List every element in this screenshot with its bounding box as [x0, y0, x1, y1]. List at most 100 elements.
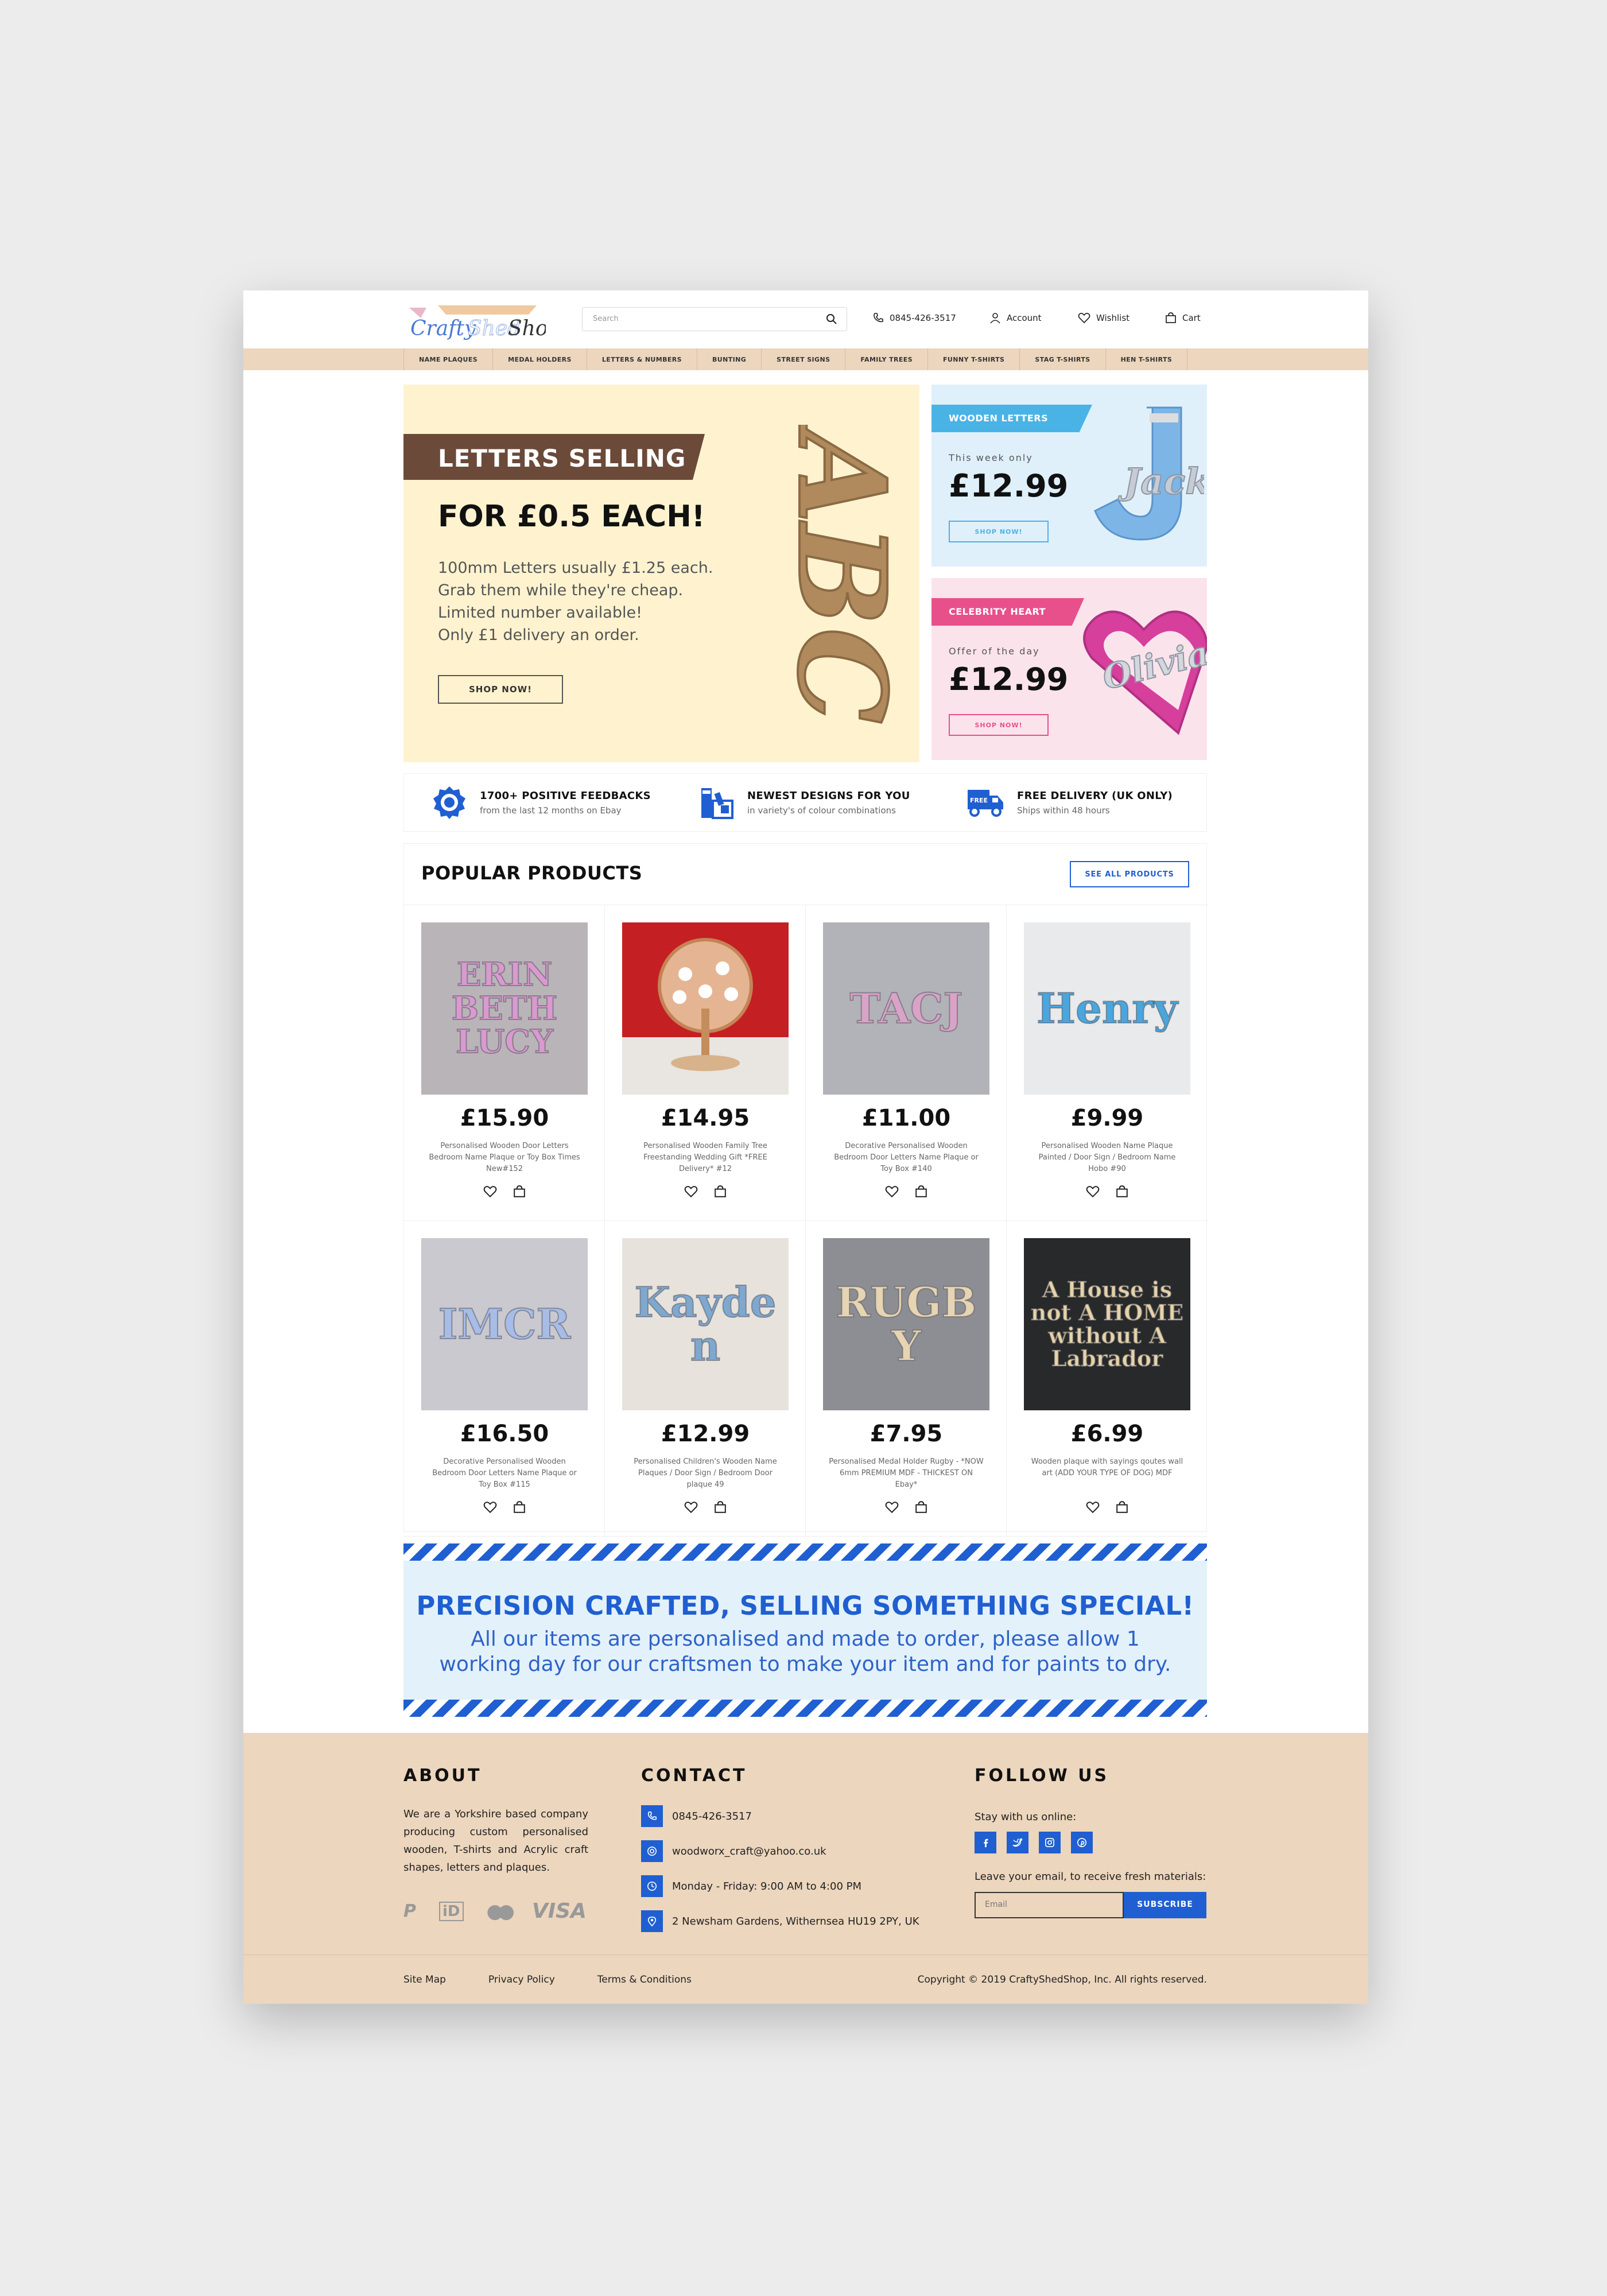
product-image[interactable]: TACJ [823, 922, 989, 1095]
promo-letter-image: Jack [1094, 406, 1204, 541]
add-to-cart-icon[interactable] [915, 1185, 927, 1198]
cart-link[interactable]: Cart [1165, 312, 1201, 324]
instagram-icon[interactable] [1039, 1832, 1061, 1853]
add-to-cart-icon[interactable] [513, 1185, 526, 1198]
product-image[interactable]: Henry [1024, 922, 1190, 1095]
nav-item-stag-t-shirts[interactable]: STAG T-SHIRTS [1020, 348, 1106, 370]
feature-sub: from the last 12 months on Ebay [480, 805, 622, 816]
product-price: £6.99 [1070, 1421, 1144, 1447]
promo-celebrity-heart[interactable]: CELEBRITY HEART Offer of the day £12.99 … [931, 578, 1207, 760]
twitter-icon[interactable] [1007, 1832, 1028, 1853]
product-card[interactable]: ERIN BETH LUCY £15.90 Personalised Wooden … [404, 905, 605, 1221]
hero-line: Only £1 delivery an order. [438, 626, 639, 644]
badge-icon [433, 786, 465, 819]
add-to-cart-icon[interactable] [1116, 1185, 1128, 1198]
search-input[interactable]: Search [582, 307, 847, 331]
product-actions [605, 1185, 806, 1198]
nav-item-funny-t-shirts[interactable]: FUNNY T-SHIRTS [928, 348, 1020, 370]
product-image-text: ERIN BETH LUCY [451, 955, 558, 1061]
product-name[interactable]: Decorative Personalised Wooden Bedroom D… [427, 1456, 582, 1491]
product-card[interactable]: Henry £9.99 Personalised Wooden Name Plaqu… [1007, 905, 1208, 1221]
heart-icon[interactable] [483, 1501, 497, 1514]
nav-item-name-plaques[interactable]: NAME PLAQUES [404, 348, 494, 370]
product-image[interactable]: Kayden [622, 1238, 789, 1410]
contact-hours: Monday - Friday: 9:00 AM to 4:00 PM [641, 1875, 919, 1897]
site-map-link[interactable]: Site Map [403, 1974, 446, 1985]
product-name[interactable]: Personalised Wooden Family Tree Freestan… [628, 1141, 783, 1175]
nav-item-hen-t-shirts[interactable]: HEN T-SHIRTS [1106, 348, 1188, 370]
contact-email[interactable]: woodworx_craft@yahoo.co.uk [641, 1840, 919, 1862]
email-field[interactable]: Email [975, 1892, 1124, 1918]
privacy-policy-link[interactable]: Privacy Policy [488, 1974, 555, 1985]
add-to-cart-icon[interactable] [714, 1185, 727, 1198]
add-to-cart-icon[interactable] [714, 1501, 727, 1514]
hero-line: Grab them while they're cheap. [438, 581, 684, 599]
product-card[interactable]: RUGBY £7.95 Personalised Medal Holder Rugb… [806, 1221, 1007, 1537]
promo-tag: WOODEN LETTERS [931, 405, 1092, 432]
product-card[interactable]: A House is not A HOME without A Labrador… [1007, 1221, 1208, 1537]
product-image-text: Kayden [634, 1278, 777, 1370]
phone-link[interactable]: 0845-426-3517 [872, 312, 956, 324]
add-to-cart-icon[interactable] [915, 1501, 927, 1514]
promo-shop-button[interactable]: SHOP NOW! [949, 714, 1049, 736]
nav-item-medal-holders[interactable]: MEDAL HOLDERS [493, 348, 587, 370]
product-name[interactable]: Personalised Medal Holder Rugby - *NOW 6… [829, 1456, 984, 1491]
hero-shop-button[interactable]: SHOP NOW! [438, 675, 563, 704]
heart-icon[interactable] [684, 1501, 698, 1514]
banner-text: All our items are personalised and made … [439, 1627, 1171, 1676]
product-name[interactable]: Personalised Wooden Name Plaque Painted … [1030, 1141, 1185, 1175]
product-image[interactable]: RUGBY [823, 1238, 989, 1410]
product-actions [806, 1501, 1007, 1514]
product-name[interactable]: Decorative Personalised Wooden Bedroom D… [829, 1141, 984, 1175]
heart-icon[interactable] [885, 1501, 899, 1514]
product-card[interactable]: £14.95 Personalised Wooden Family Tree Fr… [605, 905, 806, 1221]
product-price: £12.99 [661, 1421, 750, 1447]
account-link[interactable]: Account [989, 312, 1042, 324]
contact-text: 2 Newsham Gardens, Withernsea HU19 2PY, … [672, 1915, 919, 1927]
add-to-cart-icon[interactable] [513, 1501, 526, 1514]
product-actions [1007, 1501, 1208, 1514]
svg-text:Crafty: Crafty [410, 317, 476, 340]
contact-phone[interactable]: 0845-426-3517 [641, 1805, 919, 1827]
terms-link[interactable]: Terms & Conditions [597, 1974, 692, 1985]
product-name[interactable]: Personalised Children's Wooden Name Plaq… [628, 1456, 783, 1491]
product-name[interactable]: Personalised Wooden Door Letters Bedroom… [427, 1141, 582, 1175]
payment-methods: P iD ●● VISA [403, 1899, 587, 1923]
heart-icon[interactable] [684, 1185, 698, 1198]
add-to-cart-icon[interactable] [1116, 1501, 1128, 1514]
footer: ABOUT We are a Yorkshire based company p… [243, 1733, 1368, 2004]
hero-letters-image: ABC [742, 419, 914, 729]
nav-item-bunting[interactable]: BUNTING [697, 348, 762, 370]
hero-banner: LETTERS SELLING FOR £0.5 EACH! 100mm Let… [403, 385, 919, 762]
nav-item-street-signs[interactable]: STREET SIGNS [762, 348, 846, 370]
heart-icon[interactable] [1086, 1501, 1100, 1514]
pinterest-icon[interactable] [1071, 1832, 1093, 1853]
product-image[interactable] [622, 922, 789, 1095]
product-name[interactable]: Wooden plaque with sayings qoutes wall a… [1030, 1456, 1185, 1479]
nav-item-family-trees[interactable]: FAMILY TREES [845, 348, 929, 370]
nav-item-letters-numbers[interactable]: LETTERS & NUMBERS [587, 348, 697, 370]
contact-text: 0845-426-3517 [672, 1810, 752, 1822]
product-image[interactable]: ERIN BETH LUCY [421, 922, 588, 1095]
product-card[interactable]: Kayden £12.99 Personalised Children's Wood… [605, 1221, 806, 1537]
facebook-icon[interactable] [975, 1832, 996, 1853]
wishlist-link[interactable]: Wishlist [1078, 312, 1129, 324]
search-icon[interactable] [826, 313, 837, 325]
mastercard-icon: ●● [486, 1899, 515, 1923]
see-all-button[interactable]: SEE ALL PRODUCTS [1070, 861, 1189, 887]
promo-wooden-letters[interactable]: WOODEN LETTERS This week only £12.99 SHO… [931, 385, 1207, 567]
heart-icon[interactable] [885, 1185, 899, 1198]
product-card[interactable]: IMCR £16.50 Decorative Personalised Wooden… [404, 1221, 605, 1537]
product-image[interactable]: A House is not A HOME without A Labrador [1024, 1238, 1190, 1410]
product-image[interactable]: IMCR [421, 1238, 588, 1410]
hero-line: Limited number available! [438, 604, 642, 622]
about-title: ABOUT [403, 1766, 482, 1786]
logo[interactable]: Crafty Shed Shop [403, 302, 561, 343]
product-card[interactable]: TACJ £11.00 Decorative Personalised Wooden… [806, 905, 1007, 1221]
product-grid: ERIN BETH LUCY £15.90 Personalised Wooden … [404, 905, 1208, 1537]
heart-icon[interactable] [1086, 1185, 1100, 1198]
heart-icon[interactable] [483, 1185, 497, 1198]
banner-title: PRECISION CRAFTED, SELLING SOMETHING SPE… [416, 1591, 1194, 1621]
promo-shop-button[interactable]: SHOP NOW! [949, 521, 1049, 542]
subscribe-button[interactable]: SUBSCRIBE [1124, 1892, 1206, 1918]
